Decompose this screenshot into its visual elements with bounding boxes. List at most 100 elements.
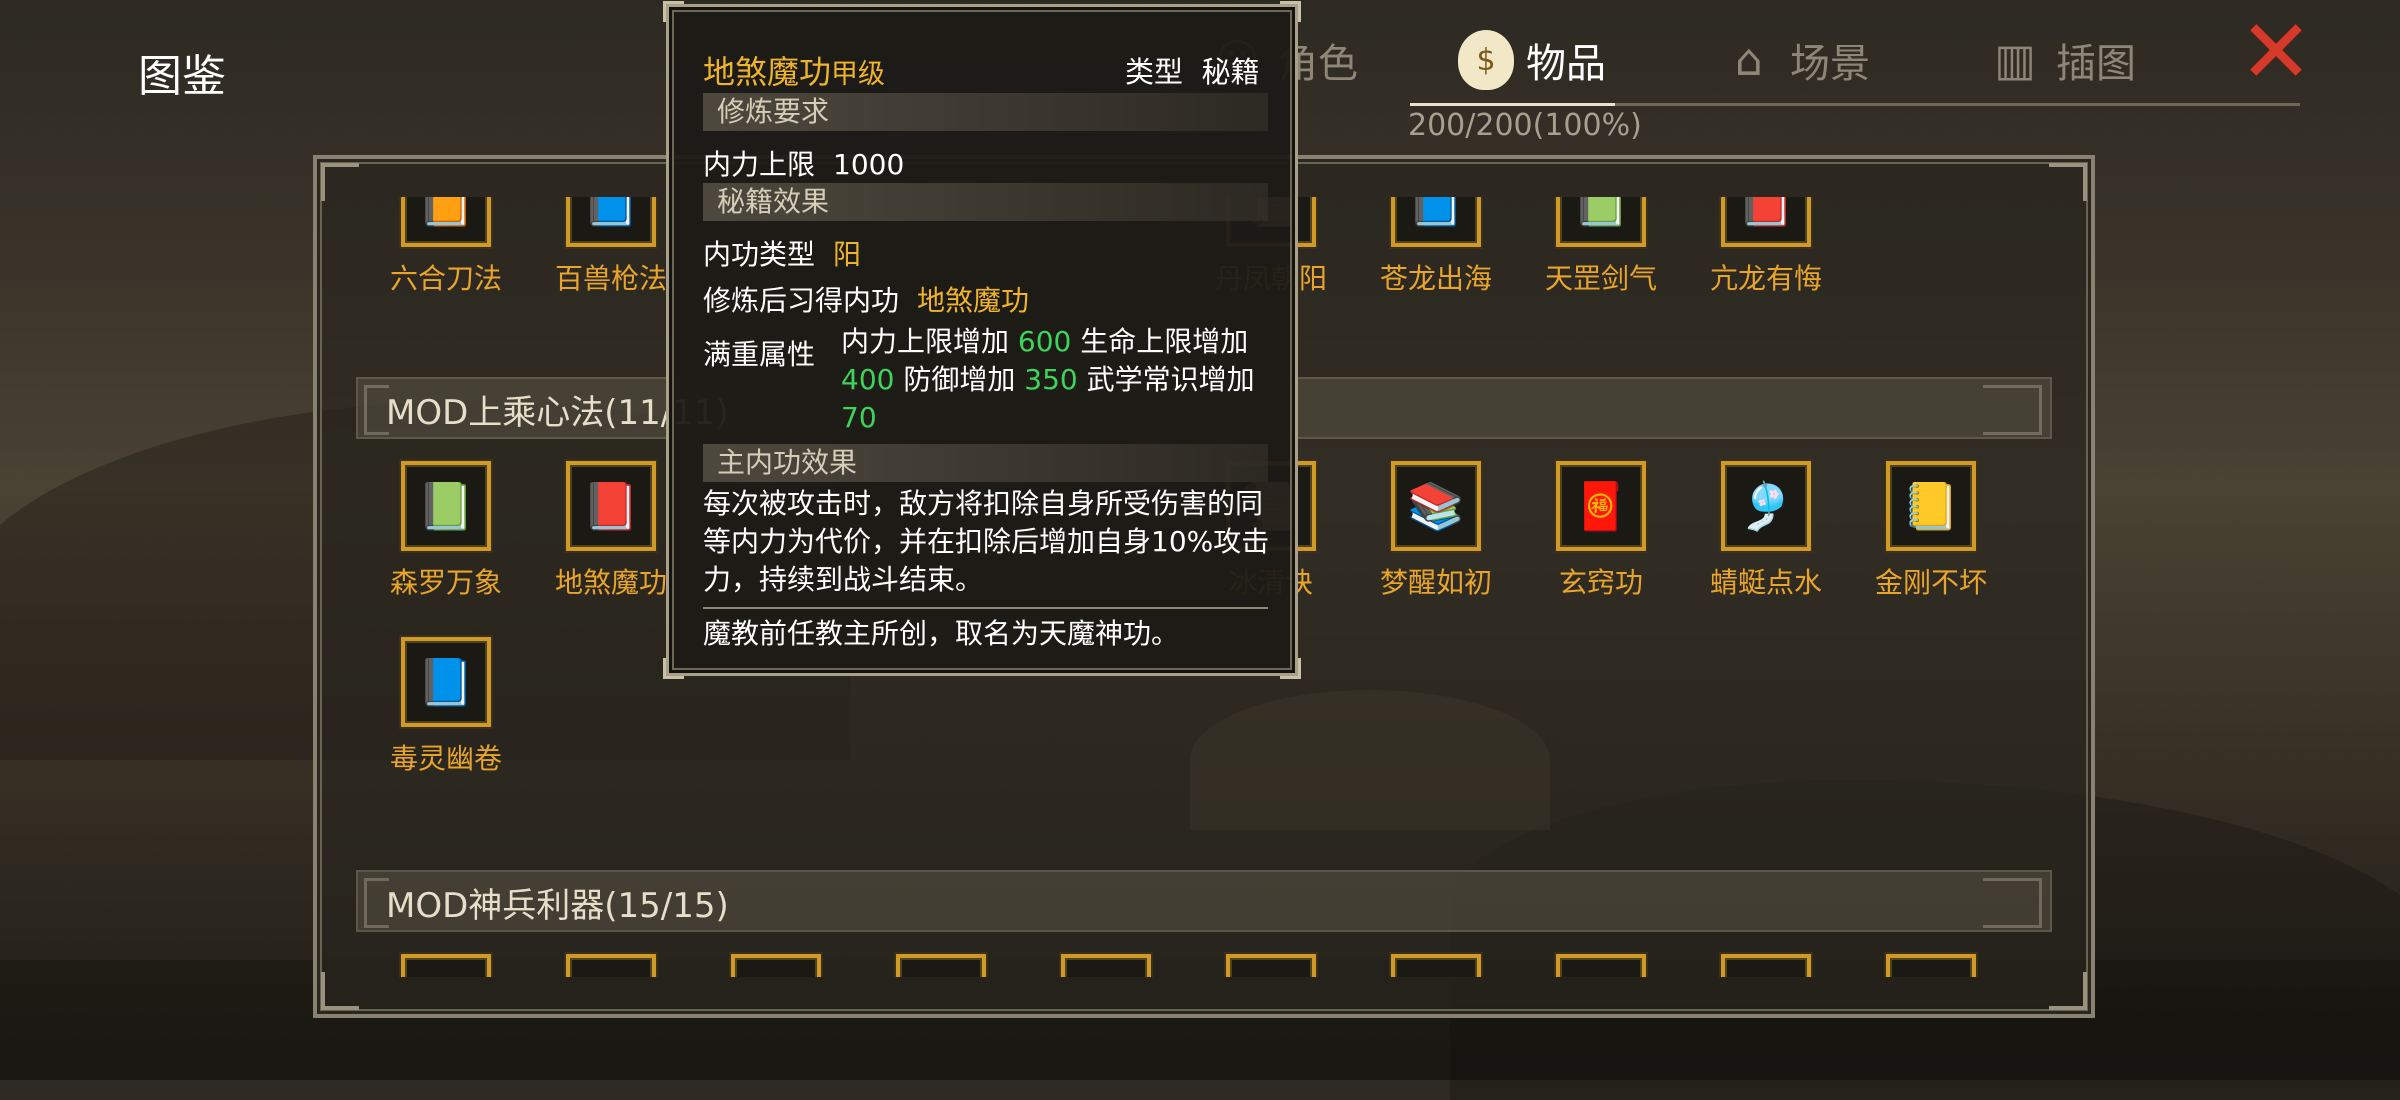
item-name: 苍龙出海	[1379, 262, 1492, 295]
tooltip-corner-ornament	[663, 1, 684, 22]
weapon-icon	[896, 954, 986, 977]
full-attr-values: 内力上限增加 600 生命上限增加 400 防御增加 350 武学常识增加 70	[841, 323, 1271, 437]
panel-corner-ornament	[2049, 163, 2087, 201]
tooltip-corner-ornament	[1280, 1, 1301, 22]
close-x-icon: ✕	[2239, 0, 2313, 103]
requirement-line: 内力上限 1000	[703, 143, 904, 183]
item-name: 天罡剑气	[1544, 262, 1657, 295]
section-header-mod-weapons: MOD神兵利器(15/15)	[356, 870, 2052, 932]
weapon-icon	[1721, 954, 1811, 977]
tab-illustrations[interactable]: ▥ 插图	[1986, 22, 2136, 98]
item-cell[interactable]: 📗 天罡剑气	[1526, 197, 1676, 297]
blue-book-icon: 📘	[401, 637, 491, 727]
item-name: 梦醒如初	[1379, 566, 1492, 599]
weapon-icon	[401, 954, 491, 977]
type-value: 秘籍	[1201, 55, 1260, 89]
item-cell[interactable]	[1031, 954, 1181, 977]
page-title: 图鉴	[138, 51, 226, 102]
scroll-book-icon: 📕	[1721, 197, 1811, 247]
item-name: 金刚不坏	[1874, 566, 1987, 599]
open-scroll-icon: 🎐	[1721, 461, 1811, 551]
learn-value: 地煞魔功	[917, 284, 1030, 317]
item-grade: 甲级	[831, 59, 886, 90]
attr-label: 内力上限增加	[841, 325, 1010, 358]
section-main-effect: 主内功效果	[703, 444, 1268, 482]
scroll-book-icon: 📙	[401, 197, 491, 247]
item-cell[interactable]	[536, 954, 686, 977]
item-cell[interactable]	[371, 954, 521, 977]
golden-tome-icon: 📒	[1886, 461, 1976, 551]
red-manual-icon: 📕	[566, 461, 656, 551]
attr-label: 生命上限增加	[1080, 325, 1249, 358]
main-effect-text: 每次被攻击时，敌方将扣除自身所受伤害的同等内力为代价，并在扣除后增加自身10%攻…	[703, 487, 1270, 596]
neigong-type-line: 内功类型阳	[703, 233, 861, 273]
item-name: 森罗万象	[389, 566, 502, 599]
attr-value: 350	[1024, 363, 1078, 396]
item-cell[interactable]	[1361, 954, 1511, 977]
close-button[interactable]: ✕	[2236, 8, 2316, 96]
learn-line: 修炼后习得内功 地煞魔功	[703, 279, 1029, 319]
item-cell[interactable]: 📕 亢龙有悔	[1691, 197, 1841, 297]
attr-label: 武学常识增加	[1086, 363, 1255, 396]
weapon-icon	[1226, 954, 1316, 977]
tab-scenes[interactable]: ⌂ 场景	[1720, 22, 1870, 98]
section-ornament	[1983, 878, 2042, 928]
item-cell[interactable]: 📘 苍龙出海	[1361, 197, 1511, 297]
tab-items[interactable]: $ 物品	[1458, 22, 1606, 98]
item-cell[interactable]	[1856, 954, 2006, 977]
weapon-icon	[1391, 954, 1481, 977]
item-cell-selected[interactable]: 📕 地煞魔功	[536, 461, 686, 601]
item-cell[interactable]: 🎐 蜻蜓点水	[1691, 461, 1841, 601]
section-title: MOD神兵利器(15/15)	[386, 886, 729, 926]
active-tab-underline	[1410, 103, 1615, 106]
collection-progress: 200/200(100%)	[1408, 108, 1642, 143]
item-name: 毒灵幽卷	[389, 742, 502, 775]
lore-text: 魔教前任教主所创，取名为天魔神功。	[703, 617, 1180, 650]
weapon-icon	[731, 954, 821, 977]
tooltip-item-name: 地煞魔功甲级	[703, 47, 885, 93]
attr-label: 防御增加	[903, 363, 1016, 396]
full-attr-label: 满重属性	[703, 338, 816, 371]
item-cell[interactable]	[866, 954, 1016, 977]
attr-value: 600	[1017, 325, 1072, 358]
neigong-type-label: 内功类型	[703, 238, 816, 271]
item-cell[interactable]	[1196, 954, 1346, 977]
item-name: 亢龙有悔	[1709, 262, 1822, 295]
book-stack-icon: 📚	[1391, 461, 1481, 551]
type-label: 类型	[1125, 55, 1184, 89]
requirement-value: 1000	[833, 148, 905, 181]
item-cell[interactable]	[1526, 954, 1676, 977]
item-name: 玄窍功	[1558, 566, 1643, 599]
weapon-icon	[1886, 954, 1976, 977]
item-name: 地煞魔功	[554, 566, 667, 599]
item-cell[interactable]	[701, 954, 851, 977]
tooltip-corner-ornament	[1280, 658, 1301, 679]
tab-label: 物品	[1526, 41, 1606, 87]
item-title: 地煞魔功	[703, 53, 832, 91]
item-cell[interactable]: 🧧 玄窍功	[1526, 461, 1676, 601]
scroll-book-icon: 📘	[1391, 197, 1481, 247]
attr-value: 70	[841, 401, 877, 434]
item-cell[interactable]: 📗 森罗万象	[371, 461, 521, 601]
tooltip-item-type: 类型 秘籍	[1125, 49, 1259, 91]
attr-value: 400	[841, 363, 895, 396]
tooltip-divider	[703, 607, 1268, 609]
red-scroll-icon: 🧧	[1556, 461, 1646, 551]
panel-corner-ornament	[2049, 972, 2087, 1010]
scene-pagoda-icon: ⌂	[1735, 34, 1763, 86]
illustration-icon: ▥	[1994, 34, 2036, 86]
item-cell[interactable]	[1691, 954, 1841, 977]
item-cell[interactable]: 📙 六合刀法	[371, 197, 521, 297]
item-cell[interactable]: 📒 金刚不坏	[1856, 461, 2006, 601]
item-name: 百兽枪法	[554, 262, 667, 295]
section-requirements: 修炼要求	[703, 93, 1268, 131]
item-cell[interactable]: 📚 梦醒如初	[1361, 461, 1511, 601]
item-cell[interactable]: 📘 毒灵幽卷	[371, 637, 521, 777]
requirement-label: 内力上限	[703, 148, 816, 181]
neigong-type-value: 阳	[833, 238, 862, 271]
panel-corner-ornament	[321, 163, 359, 201]
item-cell[interactable]: 📘 百兽枪法	[536, 197, 686, 297]
section-ornament	[1983, 385, 2042, 435]
tab-label: 场景	[1790, 41, 1870, 87]
weapon-icon	[1061, 954, 1151, 977]
